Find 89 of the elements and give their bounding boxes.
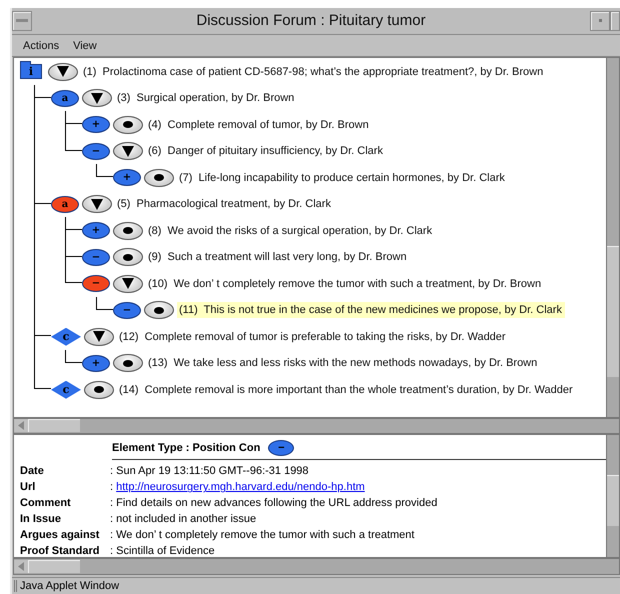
- ellipse-marker[interactable]: a: [51, 196, 79, 213]
- toggle-button[interactable]: [113, 222, 143, 240]
- field-label: In Issue: [20, 513, 62, 526]
- separator: :: [110, 481, 114, 494]
- menu-item[interactable]: View: [73, 40, 97, 52]
- minimize-button[interactable]: [590, 10, 610, 31]
- toggle-button[interactable]: [113, 142, 143, 160]
- status-text: Java Applet Window: [14, 580, 120, 592]
- scrollbar-thumb[interactable]: [28, 419, 80, 432]
- toggle-button[interactable]: [113, 116, 143, 134]
- scrollbar-thumb[interactable]: [607, 475, 619, 526]
- ellipse-marker[interactable]: −: [113, 302, 141, 319]
- scrollbar[interactable]: [606, 58, 619, 417]
- toggle-button[interactable]: [82, 89, 112, 108]
- node-label[interactable]: (7) Life-long incapability to produce certain hormones, by Dr. Clark: [177, 170, 508, 186]
- separator: :: [110, 513, 114, 526]
- field-label: Proof Standard: [20, 545, 100, 558]
- field-label: Url: [20, 481, 36, 494]
- ellipse-marker[interactable]: +: [82, 116, 110, 134]
- triangle-icon: [122, 278, 134, 290]
- separator: :: [110, 529, 114, 542]
- node-label[interactable]: (8) We avoid the risks of a surgical operation, by Dr. Clark: [146, 222, 436, 239]
- element-type-marker: −: [268, 440, 294, 456]
- window-menu-button[interactable]: [12, 10, 32, 31]
- window-title: Discussion Forum : Pituitary tumor: [195, 12, 427, 30]
- field-label: Argues against: [20, 529, 100, 542]
- scrollbar[interactable]: [13, 418, 620, 434]
- folder-marker[interactable]: i: [20, 64, 42, 80]
- dot-icon: [154, 306, 164, 314]
- node-label[interactable]: (6) Danger of pituitary insufficiency, by Dr. Clark: [146, 143, 386, 160]
- menu-item[interactable]: Actions: [23, 40, 60, 52]
- dot-icon: [123, 360, 133, 367]
- separator: :: [110, 545, 114, 558]
- ellipse-marker[interactable]: +: [82, 354, 110, 372]
- ellipse-marker[interactable]: a: [51, 90, 79, 107]
- dot-icon: [123, 121, 133, 128]
- toggle-button[interactable]: [82, 195, 112, 214]
- scrollbar-thumb[interactable]: [28, 560, 80, 574]
- triangle-icon: [122, 146, 134, 157]
- toggle-button[interactable]: [113, 354, 143, 372]
- node-label[interactable]: (5) Pharmacological treatment, by Dr. Clark: [115, 196, 334, 212]
- scrollbar[interactable]: [606, 435, 619, 558]
- separator: :: [110, 497, 114, 510]
- toggle-button[interactable]: [48, 62, 78, 81]
- dot-icon: [123, 227, 133, 234]
- node-label[interactable]: (12) Complete removal of tumor is preferable to taking the risks, by Dr. Wadder: [117, 328, 509, 345]
- field-label: Date: [20, 465, 45, 478]
- ellipse-marker[interactable]: −: [82, 142, 110, 160]
- connector-line: [96, 164, 113, 178]
- dot-icon: [94, 386, 104, 394]
- node-label[interactable]: (14) Complete removal is more important than the whole treatment’s duration, by Dr. Wadder: [117, 382, 576, 398]
- node-label[interactable]: (13) We take less and less risks with the new methods nowadays, by Dr. Brown: [146, 355, 540, 372]
- node-label[interactable]: (3) Surgical operation, by Dr. Brown: [115, 90, 298, 106]
- triangle-icon: [93, 331, 105, 342]
- scrollbar-thumb[interactable]: [607, 246, 619, 377]
- dot-icon: [123, 254, 133, 261]
- connector-line: [65, 350, 82, 363]
- field-label: Comment: [20, 497, 72, 510]
- node-label[interactable]: (1) Prolactinoma case of patient CD-5687-98; what’s the appropriate treatment?, by Dr. Brown: [81, 64, 546, 80]
- toggle-button[interactable]: [144, 168, 174, 187]
- node-label[interactable]: (9) Such a treatment will last very long, by Dr. Brown: [146, 249, 410, 266]
- triangle-icon: [57, 66, 69, 78]
- toggle-button[interactable]: [144, 301, 174, 320]
- node-label[interactable]: (4) Complete removal of tumor, by Dr. Brown: [146, 116, 372, 133]
- toggle-button[interactable]: [84, 380, 114, 399]
- toggle-button[interactable]: [84, 328, 114, 346]
- scrollbar[interactable]: [13, 558, 620, 576]
- field-value: We don’ t completely remove the tumor with such a treatment: [116, 529, 414, 542]
- triangle-icon: [91, 92, 103, 104]
- field-value: Find details on new advances following the URL address provided: [116, 497, 438, 510]
- node-label[interactable]: (10) We don’ t completely remove the tumor with such a treatment, by Dr. Brown: [146, 276, 544, 292]
- field-value: Scintilla of Evidence: [116, 545, 215, 558]
- toggle-button[interactable]: [113, 274, 143, 293]
- ellipse-marker[interactable]: −: [82, 275, 110, 292]
- field-value: not included in another issue: [116, 513, 256, 526]
- ellipse-marker[interactable]: +: [82, 222, 110, 240]
- toggle-button[interactable]: [113, 248, 143, 266]
- node-label[interactable]: (11) This is not true in the case of the new medicines we propose, by Dr. Clark: [177, 302, 565, 318]
- connector-line: [96, 296, 113, 310]
- ellipse-marker[interactable]: +: [113, 169, 141, 186]
- triangle-icon: [91, 198, 103, 210]
- url-link[interactable]: http://neurosurgery.mgh.harvard.edu/nendo-hp.htm: [116, 481, 365, 494]
- element-type-label: Element Type : Position Con: [112, 442, 260, 454]
- maximize-button[interactable]: [610, 10, 620, 31]
- ellipse-marker[interactable]: −: [82, 248, 110, 266]
- dot-icon: [154, 174, 164, 182]
- dash-icon: [16, 19, 28, 22]
- field-value: Sun Apr 19 13:11:50 GMT--96:-31 1998: [116, 465, 309, 478]
- separator: :: [110, 465, 114, 478]
